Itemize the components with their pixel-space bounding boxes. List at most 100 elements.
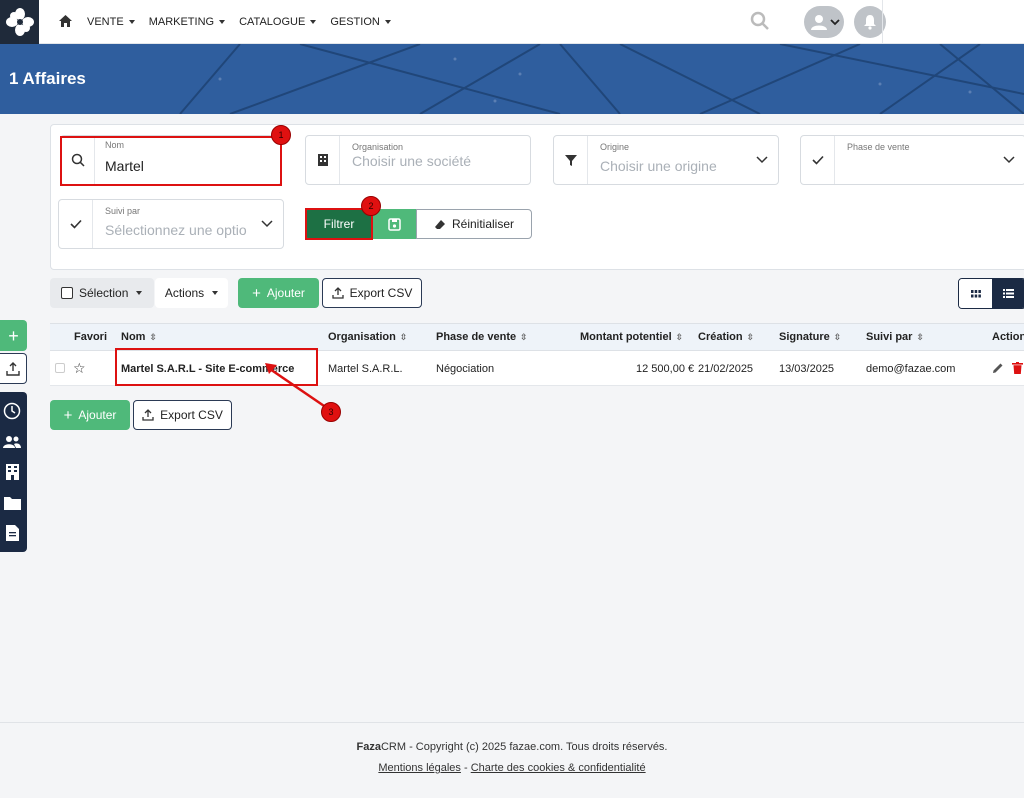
organisation-filter-label: Organisation <box>352 142 404 152</box>
user-avatar-icon <box>811 15 827 30</box>
top-navbar: VENTE MARKETING CATALOGUE GESTION <box>0 0 1024 44</box>
caret-down-icon <box>128 20 135 24</box>
upload-icon <box>142 409 154 421</box>
contacts-icon[interactable] <box>2 432 22 452</box>
delete-icon[interactable] <box>1012 362 1023 377</box>
list-view-button[interactable] <box>992 279 1024 308</box>
document-icon[interactable] <box>2 523 22 543</box>
eraser-icon <box>434 219 445 229</box>
origine-filter-placeholder: Choisir une origine <box>600 158 717 174</box>
user-menu-button[interactable] <box>804 6 844 38</box>
legal-link[interactable]: Mentions légales <box>378 762 461 774</box>
footer-brand-rest: CRM <box>380 741 407 753</box>
export-csv-label: Export CSV <box>349 286 413 300</box>
plus-icon: + <box>8 325 19 346</box>
sort-icon: ⇳ <box>833 332 842 342</box>
companies-icon[interactable] <box>2 462 22 482</box>
actions-label: Actions <box>164 286 205 300</box>
annotation-badge-3: 3 <box>321 402 341 422</box>
caret-down-icon <box>219 20 226 24</box>
column-organisation[interactable]: Organisation ⇳ <box>328 331 407 343</box>
nav-vente[interactable]: VENTE <box>87 16 135 28</box>
page-title: 1 Affaires <box>9 69 86 88</box>
column-creation[interactable]: Création ⇳ <box>698 331 754 343</box>
main-nav: VENTE MARKETING CATALOGUE GESTION <box>58 0 391 44</box>
star-icon[interactable]: ☆ <box>73 360 86 377</box>
page-header: 1 Affaires <box>0 44 1024 114</box>
plus-icon: + <box>252 284 261 302</box>
deal-amount: 12 500,00 € <box>636 363 695 375</box>
annotation-badge-2: 2 <box>361 196 381 216</box>
organisation-filter-placeholder: Choisir une société <box>352 153 472 169</box>
add-label: Ajouter <box>266 286 305 300</box>
plus-icon: + <box>63 406 73 424</box>
suivi-filter-label: Suivi par <box>105 206 141 216</box>
caret-down-icon <box>136 291 143 295</box>
nav-gestion[interactable]: GESTION <box>330 16 391 28</box>
chevron-down-icon <box>261 217 273 231</box>
footer-links: Mentions légales - Charte des cookies & … <box>0 762 1024 774</box>
nav-marketing-label: MARKETING <box>148 16 215 28</box>
footer-brand-bold: Faza <box>356 741 381 753</box>
column-nom[interactable]: Nom ⇳ <box>121 331 157 343</box>
column-montant[interactable]: Montant potentiel ⇳ <box>580 331 683 343</box>
chevron-down-icon <box>756 153 768 167</box>
quick-upload-button[interactable] <box>0 353 27 384</box>
add-button[interactable]: + Ajouter <box>238 278 319 308</box>
phase-filter-label: Phase de vente <box>847 142 910 152</box>
sort-icon: ⇳ <box>149 332 157 342</box>
history-icon[interactable] <box>2 401 22 421</box>
export-csv-button[interactable]: Export CSV <box>322 278 422 308</box>
deal-owner: demo@fazae.com <box>866 363 956 375</box>
nav-vente-label: VENTE <box>87 16 124 28</box>
bottom-export-csv-label: Export CSV <box>160 408 223 422</box>
caret-down-icon <box>384 20 391 24</box>
origine-filter-label: Origine <box>600 142 630 152</box>
phase-filter-field[interactable]: Phase de vente <box>800 135 1024 185</box>
cookies-link[interactable]: Charte des cookies & confidentialité <box>471 762 646 774</box>
suivi-filter-field[interactable]: Suivi par Sélectionnez une optio <box>58 199 284 249</box>
column-nom-label: Nom <box>121 331 146 343</box>
footer: FazaCRM - Copyright (c) 2025 fazae.com. … <box>0 722 1024 798</box>
building-icon <box>306 136 340 184</box>
flower-logo-icon <box>5 8 34 36</box>
origine-filter-field[interactable]: Origine Choisir une origine <box>553 135 779 185</box>
grid-view-button[interactable] <box>959 279 992 308</box>
deal-created: 21/02/2025 <box>698 363 754 375</box>
column-organisation-label: Organisation <box>328 331 396 343</box>
column-signature[interactable]: Signature ⇳ <box>779 331 841 343</box>
save-filter-button[interactable] <box>372 209 416 239</box>
suivi-filter-placeholder: Sélectionnez une optio <box>105 222 247 238</box>
nav-catalogue[interactable]: CATALOGUE <box>239 16 317 28</box>
folder-icon[interactable] <box>2 493 22 513</box>
organisation-filter-field[interactable]: Organisation Choisir une société <box>305 135 531 185</box>
app-logo[interactable] <box>0 0 39 44</box>
edit-icon[interactable] <box>992 362 1004 377</box>
reset-filter-button[interactable]: Réinitialiser <box>416 209 532 239</box>
nav-marketing[interactable]: MARKETING <box>148 16 226 28</box>
view-toggle <box>958 278 1024 309</box>
column-phase-label: Phase de vente <box>436 331 517 343</box>
column-phase[interactable]: Phase de vente ⇳ <box>436 331 528 343</box>
caret-down-icon <box>310 20 317 24</box>
grid-icon <box>970 289 981 297</box>
header-pattern <box>179 44 1024 114</box>
actions-dropdown[interactable]: Actions <box>155 278 228 308</box>
sort-icon: ⇳ <box>520 332 528 342</box>
home-icon[interactable] <box>58 14 73 31</box>
check-icon <box>59 200 93 248</box>
row-checkbox[interactable] <box>55 363 65 373</box>
quick-add-button[interactable]: + <box>0 320 27 351</box>
search-icon[interactable] <box>750 11 770 34</box>
footer-separator: - <box>460 762 471 774</box>
column-suivi[interactable]: Suivi par ⇳ <box>866 331 924 343</box>
column-montant-label: Montant potentiel <box>580 331 672 343</box>
sort-icon: ⇳ <box>746 332 755 342</box>
bottom-add-button[interactable]: + Ajouter <box>50 400 130 430</box>
selection-dropdown[interactable]: Sélection <box>50 278 154 308</box>
column-action: Action <box>992 331 1024 343</box>
bottom-export-csv-button[interactable]: Export CSV <box>133 400 232 430</box>
column-favori: Favori <box>74 331 108 343</box>
chevron-down-icon <box>830 19 840 26</box>
annotation-badge-1: 1 <box>271 125 291 145</box>
